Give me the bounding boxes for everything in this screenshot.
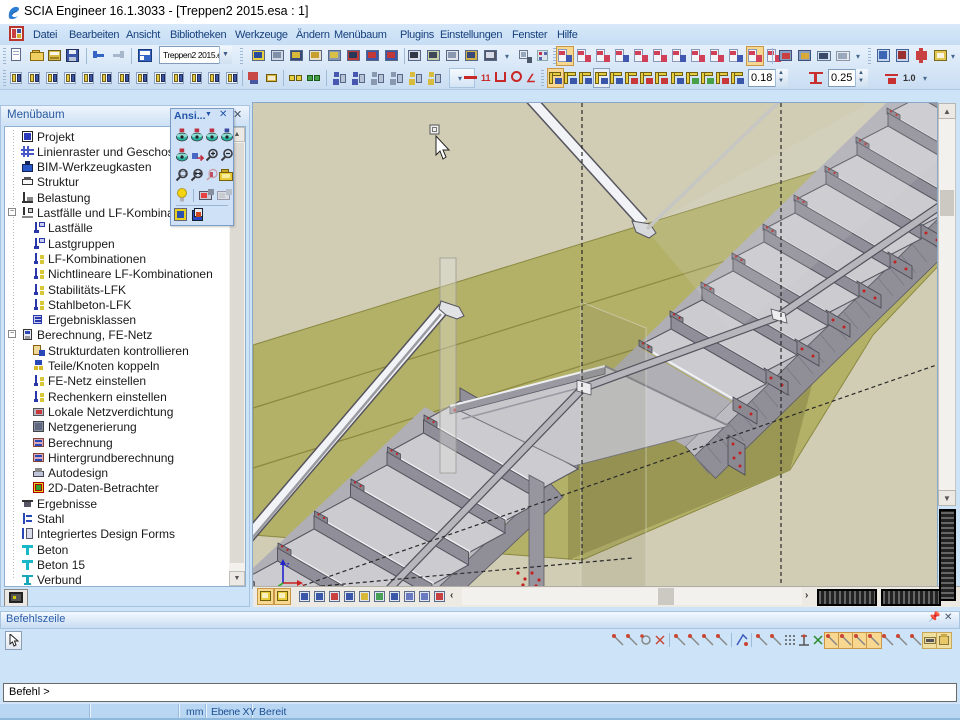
svg-text:z: z bbox=[286, 562, 290, 569]
